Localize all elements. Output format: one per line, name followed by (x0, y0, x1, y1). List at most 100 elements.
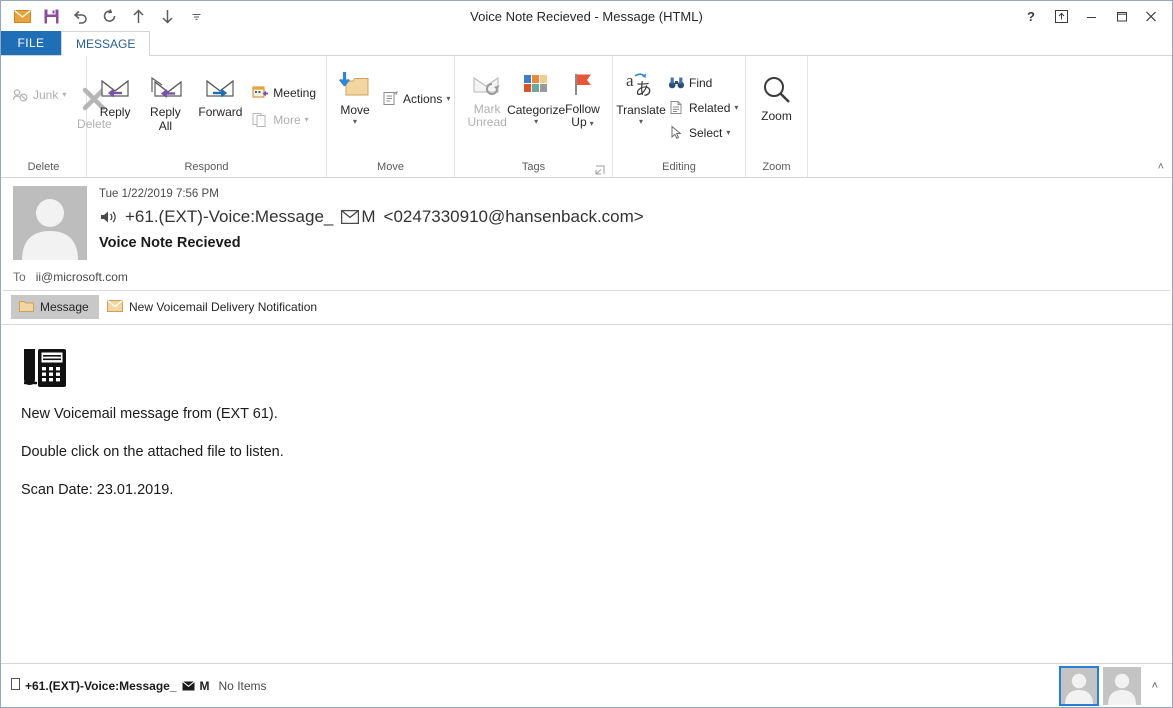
forward-icon (203, 70, 237, 104)
status-bar-views: ˄ (1058, 665, 1164, 706)
translate-icon: aあ (624, 68, 658, 102)
junk-label: Junk (33, 87, 59, 102)
save-icon[interactable] (38, 4, 65, 28)
item-tab-attachment[interactable]: New Voicemail Delivery Notification (99, 296, 327, 319)
status-bar-info: +61.(EXT)-Voice:Message_ M No Items (11, 678, 267, 693)
reply-button[interactable]: Reply (93, 68, 137, 121)
reply-icon (98, 70, 132, 104)
reply-all-button[interactable]: Reply All (137, 68, 193, 135)
actions-button[interactable]: Actions ▾ (377, 88, 454, 109)
mark-unread-icon (470, 68, 504, 102)
maximize-button[interactable] (1106, 2, 1136, 30)
related-label: Related (689, 100, 731, 115)
envelope-attachment-icon (107, 299, 123, 315)
related-button[interactable]: Related ▾ (663, 97, 742, 118)
title-bar: Voice Note Recieved - Message (HTML) ? (1, 1, 1172, 31)
translate-label: Translate (616, 103, 666, 117)
close-button[interactable] (1136, 2, 1166, 30)
follow-up-button[interactable]: Follow Up ▾ (559, 66, 606, 132)
zoom-label: Zoom (761, 109, 792, 123)
redo-icon[interactable] (96, 4, 123, 28)
actions-label: Actions (403, 91, 443, 106)
chevron-down-icon: ▾ (534, 117, 539, 126)
previous-item-icon[interactable] (125, 4, 152, 28)
chevron-down-icon: ▾ (352, 117, 357, 126)
tags-dialog-launcher[interactable] (594, 164, 606, 176)
small-square-icon (11, 678, 20, 693)
ribbon-group-delete-label: Delete (27, 161, 60, 173)
ribbon-group-zoom: Zoom Zoom (746, 56, 808, 177)
junk-button[interactable]: Junk ▾ (7, 84, 70, 105)
to-recipient[interactable]: ii@microsoft.com (36, 270, 128, 284)
speaker-icon (99, 209, 119, 225)
chevron-down-icon: ▾ (638, 117, 643, 126)
next-item-icon[interactable] (154, 4, 181, 28)
meeting-button[interactable]: Meeting (247, 82, 320, 103)
categorize-button[interactable]: Categorize ▾ (507, 66, 565, 128)
message-body: New Voicemail message from (EXT 61). Dou… (1, 325, 1172, 663)
forward-button[interactable]: Forward (194, 68, 248, 121)
reply-all-label: Reply All (150, 105, 181, 133)
customize-quick-access-toolbar-icon[interactable] (183, 4, 210, 28)
message-from-address: <0247330910@hansenback.com> (383, 207, 644, 226)
people-pane-thumb-2[interactable] (1102, 666, 1141, 705)
ribbon-group-tags: Mark Unread Categorize ▾ Follow Up ▾ Tag… (455, 56, 613, 177)
message-to-row: To ii@microsoft.com (1, 260, 1172, 290)
find-button[interactable]: Find (663, 72, 742, 93)
desk-phone-icon (21, 343, 1152, 398)
message-body-text: New Voicemail message from (EXT 61). Dou… (21, 406, 1152, 498)
flag-icon (568, 68, 596, 102)
header-divider (3, 290, 1170, 291)
chevron-down-icon: ▾ (304, 115, 309, 124)
item-tab-message[interactable]: Message (11, 295, 99, 319)
message-from-name-suffix: M (361, 207, 376, 226)
binoculars-icon (667, 74, 685, 91)
help-button[interactable]: ? (1016, 2, 1046, 30)
svg-text:a: a (626, 71, 634, 90)
message-date: Tue 1/22/2019 7:56 PM (99, 188, 219, 200)
move-button[interactable]: Move ▾ (333, 66, 377, 128)
move-folder-icon (338, 68, 372, 102)
actions-icon (381, 90, 399, 107)
ribbon-group-respond-label: Respond (184, 161, 229, 173)
categorize-label: Categorize (507, 103, 566, 117)
status-bar-count: No Items (218, 678, 267, 693)
tab-file[interactable]: FILE (1, 31, 61, 55)
chevron-down-icon: ▾ (734, 103, 739, 112)
more-icon (251, 111, 269, 128)
message-from: +61.(EXT)-Voice:Message_ M <0247330910@h… (99, 207, 1160, 227)
tab-message[interactable]: MESSAGE (61, 31, 151, 56)
follow-up-label: Follow Up ▾ (565, 102, 600, 129)
collapse-ribbon-button[interactable]: ˄ (1158, 161, 1164, 173)
ribbon-group-respond: Reply Reply All Forward Meeting More ▾ R… (87, 56, 327, 177)
ribbon-group-editing: aあ Translate ▾ Find Related ▾ Select ▾ E… (613, 56, 746, 177)
select-button[interactable]: Select ▾ (663, 122, 742, 143)
window-controls: ? (1016, 2, 1172, 30)
zoom-button[interactable]: Zoom (755, 72, 799, 125)
select-label: Select (689, 125, 723, 140)
ribbon-group-editing-label: Editing (662, 161, 696, 173)
message-header: Tue 1/22/2019 7:56 PM +61.(EXT)-Voice:Me… (1, 178, 1172, 291)
ribbon-display-options-button[interactable] (1046, 2, 1076, 30)
body-paragraph-2: Double click on the attached file to lis… (21, 444, 284, 460)
more-button[interactable]: More ▾ (247, 109, 320, 130)
ribbon-group-zoom-label: Zoom (762, 161, 791, 173)
ribbon-group-move: Move ▾ Actions ▾ Move (327, 56, 455, 177)
mark-unread-button[interactable]: Mark Unread (461, 66, 513, 131)
undo-icon[interactable] (67, 4, 94, 28)
body-paragraph-1: New Voicemail message from (EXT 61). (21, 406, 278, 422)
related-document-icon (667, 99, 685, 116)
minimize-button[interactable] (1076, 2, 1106, 30)
translate-button[interactable]: aあ Translate ▾ (616, 66, 666, 128)
message-page-icon (19, 299, 34, 315)
ribbon-tab-bar: FILE MESSAGE (1, 31, 1172, 56)
envelope-glyph-icon (181, 680, 195, 691)
expand-people-pane-button[interactable]: ˄ (1146, 680, 1164, 692)
reply-all-icon (147, 70, 183, 104)
magnifier-icon (761, 74, 793, 108)
message-from-name: +61.(EXT)-Voice:Message_ (125, 207, 334, 226)
body-paragraph-3: Scan Date: 23.01.2019. (21, 482, 174, 498)
mail-icon[interactable] (9, 4, 36, 28)
mark-unread-label: Mark Unread (467, 102, 507, 129)
people-pane-thumb-1[interactable] (1058, 665, 1099, 706)
